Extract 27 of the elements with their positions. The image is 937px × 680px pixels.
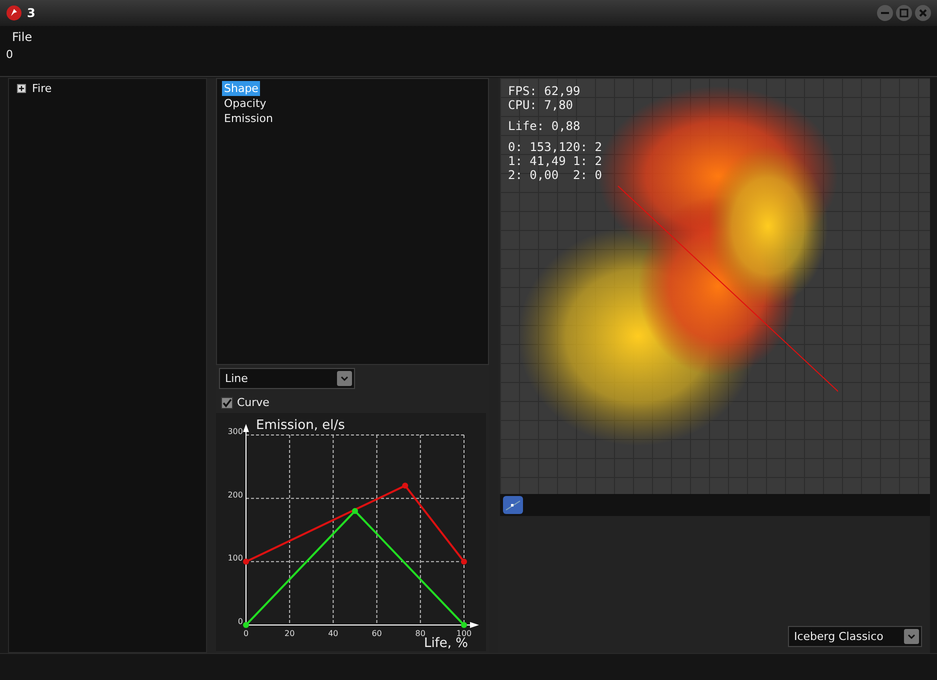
window-title: 3 bbox=[27, 6, 36, 20]
axis-tick-label: 60 bbox=[372, 629, 382, 638]
tree-item[interactable]: Fire bbox=[32, 82, 52, 95]
y-axis-title: Emission, el/s bbox=[256, 418, 345, 433]
stat-text: 0: 153,120: 2 bbox=[508, 140, 602, 154]
axis-tick-label: 80 bbox=[415, 629, 426, 638]
stat-text: CPU: 7,80 bbox=[508, 98, 574, 112]
stat-text: FPS: 62,99 bbox=[508, 84, 582, 98]
axis-tick-label: 0 bbox=[243, 629, 249, 638]
menu-item[interactable]: File bbox=[12, 30, 32, 44]
axis-tick-label: 40 bbox=[328, 629, 338, 638]
list-item[interactable]: Emission bbox=[222, 111, 275, 126]
theme-dropdown[interactable]: Iceberg Classico bbox=[788, 626, 922, 647]
list-item[interactable]: Opacity bbox=[222, 96, 268, 111]
stat-text: 1: 41,49 1: 2 bbox=[508, 154, 602, 168]
x-axis-title: Life, % bbox=[424, 636, 468, 651]
mode-dropdown[interactable]: Line bbox=[219, 368, 355, 389]
stat-text: 2: 0,00 2: 0 bbox=[508, 168, 602, 182]
axis-tick-label: 0 bbox=[238, 617, 243, 626]
axis-tick-label: 100 bbox=[228, 554, 243, 563]
axis-tick-label: 20 bbox=[284, 629, 295, 638]
axis-tick-label: 300 bbox=[228, 427, 243, 436]
axis-tick-label: 100 bbox=[456, 629, 472, 638]
axis-tick-label: 200 bbox=[228, 490, 243, 500]
status-text: 0 bbox=[6, 48, 13, 61]
stat-text: Life: 0,88 bbox=[508, 119, 582, 133]
checkbox-label: Curve bbox=[237, 396, 270, 409]
